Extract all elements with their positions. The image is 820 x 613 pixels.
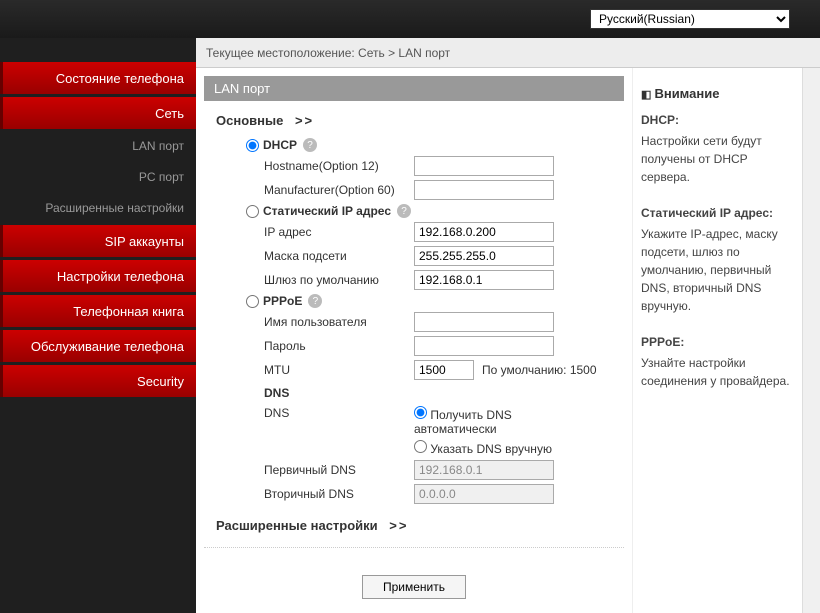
pppoe-pass-label: Пароль: [264, 339, 414, 353]
section-basic-label: Основные: [216, 113, 283, 128]
dns-label: DNS: [264, 406, 414, 420]
help-pppoe-title: PPPoE:: [641, 333, 790, 351]
sidebar: Состояние телефона Сеть LAN порт PC порт…: [0, 38, 196, 613]
help-icon[interactable]: ?: [308, 294, 322, 308]
nav-pc-port[interactable]: PC порт: [0, 163, 196, 191]
scrollbar[interactable]: [802, 68, 820, 613]
help-static-title: Статический IP адрес:: [641, 204, 790, 222]
nav-advanced-net[interactable]: Расширенные настройки: [0, 194, 196, 222]
help-pppoe-text: Узнайте настройки соединения у провайдер…: [641, 356, 790, 388]
help-title: Внимание: [641, 86, 790, 101]
pppoe-user-input[interactable]: [414, 312, 554, 332]
chevron-right-icon: >>: [389, 518, 408, 533]
section-advanced-header[interactable]: Расширенные настройки >>: [216, 518, 624, 533]
nav-phone-settings[interactable]: Настройки телефона: [0, 260, 196, 292]
radio-dns-manual[interactable]: [414, 440, 427, 453]
mtu-label: MTU: [264, 363, 414, 377]
breadcrumb: Текущее местоположение: Сеть > LAN порт: [196, 38, 820, 68]
nav-phonebook[interactable]: Телефонная книга: [0, 295, 196, 327]
radio-dhcp[interactable]: [246, 139, 259, 152]
hostname-input[interactable]: [414, 156, 554, 176]
mtu-input[interactable]: [414, 360, 474, 380]
language-select[interactable]: Русский(Russian): [590, 9, 790, 29]
pppoe-user-label: Имя пользователя: [264, 315, 414, 329]
help-icon[interactable]: ?: [303, 138, 317, 152]
secondary-dns-input: [414, 484, 554, 504]
radio-pppoe[interactable]: [246, 295, 259, 308]
help-dhcp-text: Настройки сети будут получены от DHCP се…: [641, 134, 762, 184]
content-area: LAN порт Основные >> DHCP ? Hostname(Opt…: [196, 68, 632, 613]
radio-dns-manual-label: Указать DNS вручную: [430, 442, 552, 456]
manufacturer-label: Manufacturer(Option 60): [264, 183, 414, 197]
section-advanced-label: Расширенные настройки: [216, 518, 378, 533]
apply-button[interactable]: Применить: [362, 575, 466, 599]
panel-title: LAN порт: [204, 76, 624, 101]
dns-heading: DNS: [264, 386, 624, 400]
help-panel: Внимание DHCP: Настройки сети будут полу…: [632, 68, 802, 613]
mask-input[interactable]: [414, 246, 554, 266]
ip-input[interactable]: [414, 222, 554, 242]
chevron-right-icon: >>: [295, 113, 314, 128]
radio-static-label: Статический IP адрес: [263, 204, 391, 218]
primary-dns-input: [414, 460, 554, 480]
gateway-input[interactable]: [414, 270, 554, 290]
pppoe-pass-input[interactable]: [414, 336, 554, 356]
divider: [204, 547, 624, 548]
radio-pppoe-label: PPPoE: [263, 294, 302, 308]
help-icon[interactable]: ?: [397, 204, 411, 218]
mtu-default-text: По умолчанию: 1500: [482, 363, 597, 377]
primary-dns-label: Первичный DNS: [264, 463, 414, 477]
radio-dhcp-label: DHCP: [263, 138, 297, 152]
nav-security[interactable]: Security: [0, 365, 196, 397]
mask-label: Маска подсети: [264, 249, 414, 263]
gateway-label: Шлюз по умолчанию: [264, 273, 414, 287]
help-dhcp-title: DHCP:: [641, 111, 790, 129]
nav-sip-accounts[interactable]: SIP аккаунты: [0, 225, 196, 257]
nav-phone-maintenance[interactable]: Обслуживание телефона: [0, 330, 196, 362]
nav-lan-port[interactable]: LAN порт: [0, 132, 196, 160]
help-static-text: Укажите IP-адрес, маску подсети, шлюз по…: [641, 227, 778, 313]
nav-phone-status[interactable]: Состояние телефона: [0, 62, 196, 94]
section-basic-header[interactable]: Основные >>: [216, 113, 624, 128]
hostname-label: Hostname(Option 12): [264, 159, 414, 173]
manufacturer-input[interactable]: [414, 180, 554, 200]
radio-dns-auto[interactable]: [414, 406, 427, 419]
secondary-dns-label: Вторичный DNS: [264, 487, 414, 501]
ip-label: IP адрес: [264, 225, 414, 239]
nav-network[interactable]: Сеть: [0, 97, 196, 129]
radio-static[interactable]: [246, 205, 259, 218]
radio-dns-auto-label: Получить DNS автоматически: [414, 408, 512, 436]
top-bar: Русский(Russian): [0, 0, 820, 38]
